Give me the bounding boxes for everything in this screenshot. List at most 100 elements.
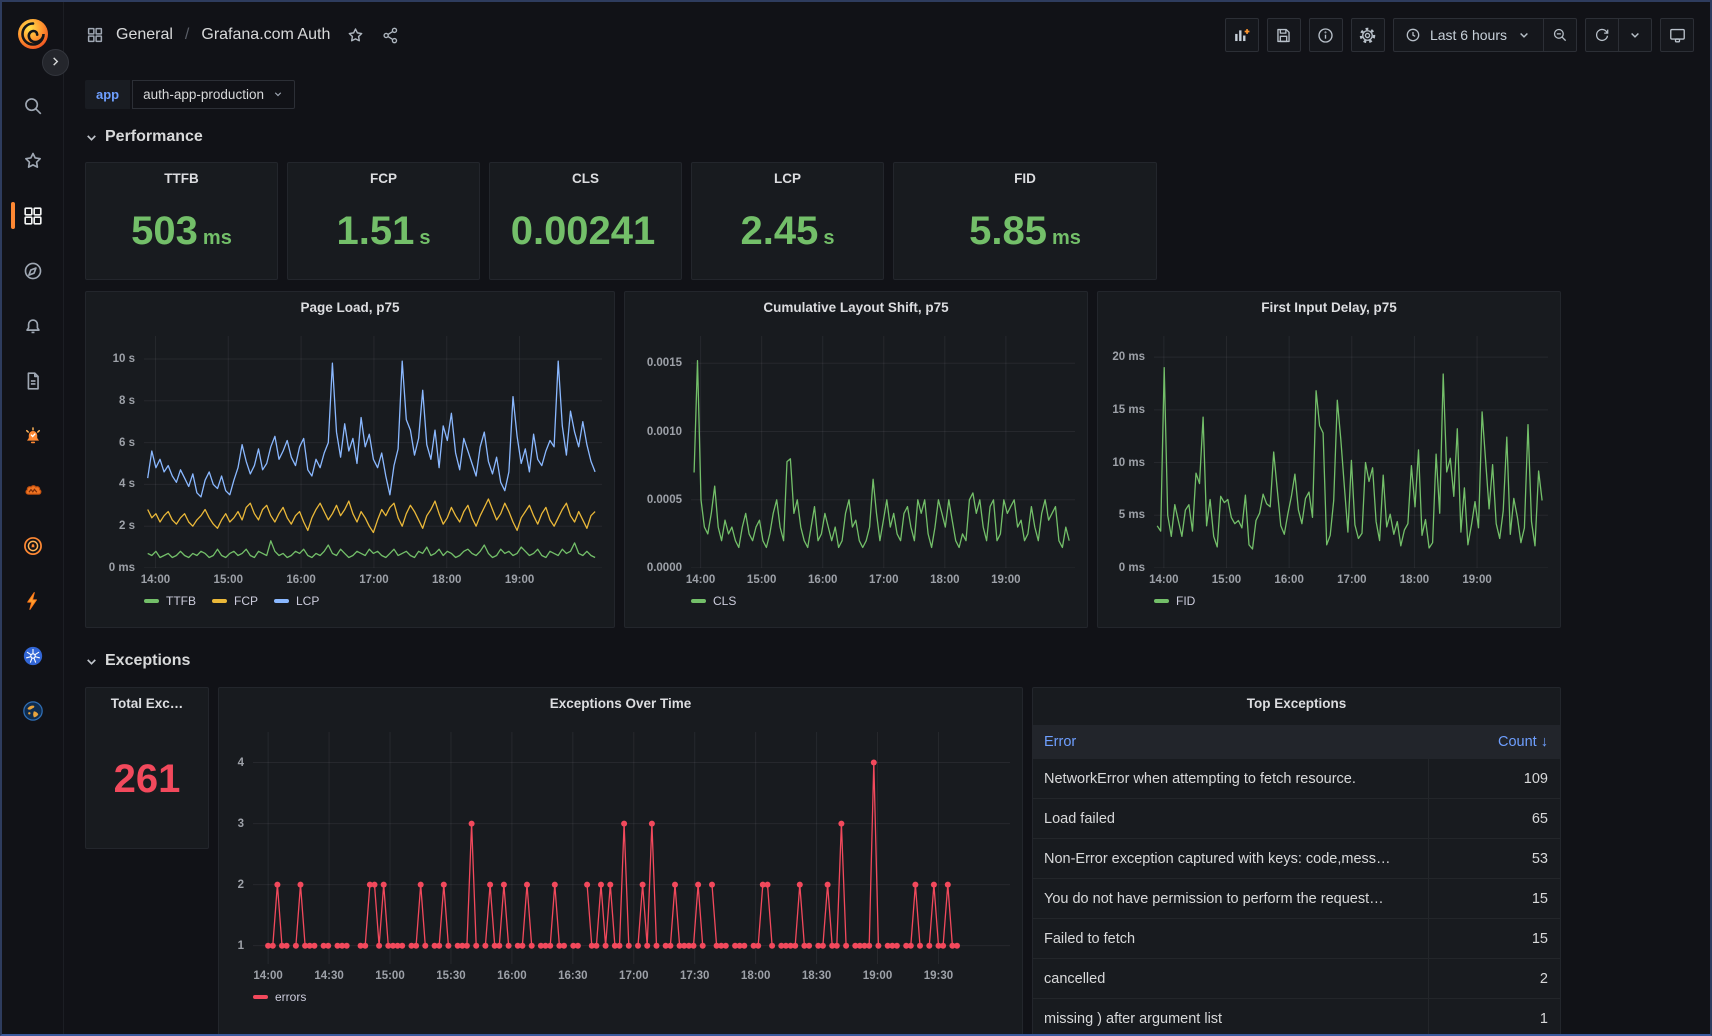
sidebar-item-performance-testing[interactable] (2, 573, 64, 628)
stat-value-wrap: 0.00241 (490, 193, 681, 279)
chart-plot-area[interactable] (144, 336, 602, 568)
sidebar-item-docs[interactable] (2, 353, 64, 408)
variable-value-dropdown[interactable]: auth-app-production (132, 80, 295, 109)
breadcrumb-folder[interactable]: General (116, 26, 173, 44)
sidebar-item-alerting[interactable] (2, 298, 64, 353)
breadcrumb-dashboard-title[interactable]: Grafana.com Auth (201, 26, 330, 44)
x-tick-label: 15:00 (214, 574, 243, 586)
star-dashboard-icon[interactable] (346, 26, 365, 45)
grafana-logo[interactable] (15, 16, 51, 52)
panel-fid: FID 5.85ms (893, 162, 1157, 280)
chart-plot-area[interactable] (1154, 336, 1548, 568)
legend-item-FID[interactable]: FID (1154, 594, 1195, 608)
oncall-bell-icon (22, 425, 44, 447)
dashboard-settings-button[interactable] (1351, 18, 1385, 52)
legend-item-CLS[interactable]: CLS (691, 594, 736, 608)
sidebar-item-explore[interactable] (2, 243, 64, 298)
sidebar-item-machine-learning[interactable] (2, 463, 64, 518)
chart-plot-area[interactable] (253, 732, 1010, 964)
y-tick-label: 0.0005 (647, 494, 682, 506)
panel-title[interactable]: FCP (288, 163, 479, 193)
panel-title[interactable]: TTFB (86, 163, 277, 193)
column-header-count[interactable]: Count ↓ (1428, 734, 1560, 750)
sidebar-item-kubernetes-monitoring[interactable] (2, 628, 64, 683)
legend-swatch (144, 599, 159, 603)
chevron-down-icon (85, 655, 98, 668)
sidebar-item-incident[interactable] (2, 518, 64, 573)
legend-item-TTFB[interactable]: TTFB (144, 594, 196, 608)
time-range-label: Last 6 hours (1430, 27, 1507, 43)
x-tick-label: 18:00 (741, 970, 770, 982)
sidebar-item-dashboards[interactable] (2, 188, 64, 243)
globe-icon (22, 700, 44, 722)
refresh-dashboard-button[interactable] (1586, 19, 1618, 51)
chart-plot-area[interactable] (691, 336, 1075, 568)
y-tick-label: 10 s (113, 353, 135, 365)
stat-value-wrap: 2.45s (692, 193, 883, 279)
sidebar (2, 2, 64, 1034)
table-row: NetworkError when attempting to fetch re… (1033, 759, 1560, 799)
stat-value-wrap: 1.51s (288, 193, 479, 279)
panel-title[interactable]: Exceptions Over Time (219, 688, 1022, 718)
sidebar-item-search[interactable] (2, 78, 64, 133)
refresh-interval-dropdown[interactable] (1618, 19, 1651, 51)
panel-title[interactable]: Page Load, p75 (86, 292, 614, 322)
y-tick-label: 8 s (119, 395, 135, 407)
section-title: Exceptions (105, 652, 190, 670)
zoom-out-time-range-button[interactable] (1543, 19, 1576, 51)
section-exceptions[interactable]: Exceptions (85, 652, 1561, 670)
sidebar-item-synthetic-monitoring[interactable] (2, 683, 64, 738)
panel-fcp: FCP 1.51s (287, 162, 480, 280)
time-picker-group: Last 6 hours (1393, 18, 1577, 52)
share-dashboard-icon[interactable] (381, 26, 400, 45)
x-tick-label: 17:00 (869, 574, 898, 586)
legend-item-FCP[interactable]: FCP (212, 594, 258, 608)
expand-sidebar-button[interactable] (42, 49, 69, 76)
kiosk-mode-button[interactable] (1660, 18, 1694, 52)
variable-label[interactable]: app (85, 80, 130, 109)
dashboard-toolbar: Last 6 hours (1225, 18, 1694, 52)
x-tick-label: 14:00 (1149, 574, 1178, 586)
stat-value-wrap: 261 (86, 718, 208, 848)
save-icon (1274, 26, 1293, 45)
sidebar-item-oncall[interactable] (2, 408, 64, 463)
zoom-out-icon (1551, 26, 1569, 44)
x-axis: 14:0014:3015:0015:3016:0016:3017:0017:30… (253, 968, 1010, 986)
variables-row: app auth-app-production (85, 78, 1561, 110)
legend-item-errors[interactable]: errors (253, 990, 306, 1004)
x-tick-label: 17:00 (359, 574, 388, 586)
panel-title[interactable]: LCP (692, 163, 883, 193)
panel-title[interactable]: Cumulative Layout Shift, p75 (625, 292, 1087, 322)
y-tick-label: 4 s (119, 478, 135, 490)
column-header-error[interactable]: Error (1033, 734, 1428, 750)
panel-title[interactable]: CLS (490, 163, 681, 193)
panel-title[interactable]: First Input Delay, p75 (1098, 292, 1560, 322)
kubernetes-icon (22, 645, 44, 667)
table-row: cancelled2 (1033, 959, 1560, 999)
top-navigation: General / Grafana.com Auth (64, 2, 1710, 68)
dashboard-insights-button[interactable] (1309, 18, 1343, 52)
variable-selected-value: auth-app-production (143, 87, 264, 102)
save-dashboard-button[interactable] (1267, 18, 1301, 52)
panel-title[interactable]: Top Exceptions (1033, 688, 1560, 718)
panel-cls: CLS 0.00241 (489, 162, 682, 280)
panel-title[interactable]: FID (894, 163, 1156, 193)
chart-cls: 0.00000.00050.00100.0015 (625, 336, 1087, 568)
section-performance[interactable]: Performance (85, 128, 1561, 146)
stat-value: 2.45s (741, 211, 835, 251)
x-tick-label: 15:00 (1212, 574, 1241, 586)
panel-title[interactable]: Total Exc… (86, 688, 208, 718)
sidebar-item-starred[interactable] (2, 133, 64, 188)
y-tick-label: 5 ms (1119, 509, 1145, 521)
add-panel-button[interactable] (1225, 18, 1259, 52)
x-tick-label: 15:00 (747, 574, 776, 586)
x-tick-label: 17:00 (619, 970, 648, 982)
legend-swatch (212, 599, 227, 603)
stat-value-wrap: 503ms (86, 193, 277, 279)
legend-item-LCP[interactable]: LCP (274, 594, 319, 608)
time-range-picker[interactable]: Last 6 hours (1394, 19, 1543, 51)
y-tick-label: 15 ms (1112, 404, 1145, 416)
x-tick-label: 15:00 (375, 970, 404, 982)
chevron-down-icon (85, 131, 98, 144)
panel-page-load: Page Load, p75 0 ms2 s4 s6 s8 s10 s 14:0… (85, 291, 615, 628)
